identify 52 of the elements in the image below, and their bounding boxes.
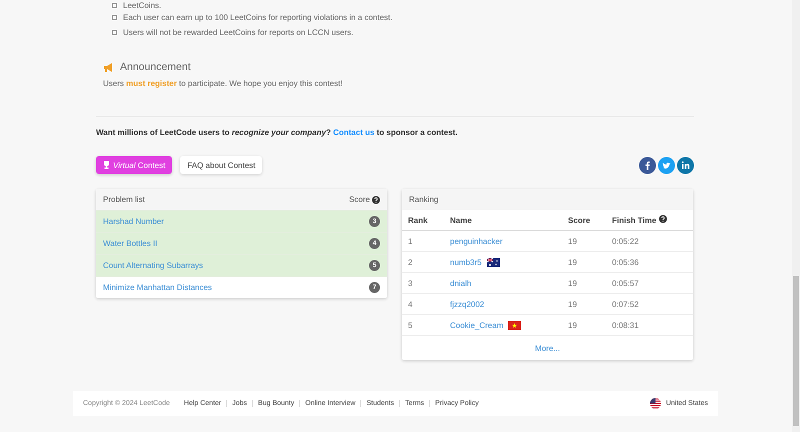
flag-icon: [508, 320, 522, 330]
panel-title: Problem list: [103, 195, 145, 204]
table-cell: 19: [562, 252, 606, 272]
table-cell: 1: [402, 230, 444, 252]
problem-link[interactable]: Count Alternating Subarrays: [103, 261, 204, 270]
help-icon[interactable]: [658, 215, 667, 223]
facebook-icon[interactable]: [639, 156, 656, 174]
flag-icon: [650, 398, 661, 409]
column-header: Rank: [402, 210, 444, 230]
contact-us-link[interactable]: Contact us: [333, 128, 374, 137]
more-link[interactable]: More...: [535, 344, 560, 353]
column-header: Score: [349, 195, 370, 204]
table-cell: 19: [562, 294, 606, 314]
problem-link[interactable]: Harshad Number: [103, 217, 164, 226]
megaphone-icon: [103, 62, 114, 72]
linkedin-icon[interactable]: [677, 156, 694, 174]
virtual-contest-button[interactable]: Virtual Contest: [96, 156, 172, 174]
user-link[interactable]: fjzzq2002: [450, 300, 484, 308]
table-cell: 5: [402, 314, 444, 335]
faq-button[interactable]: FAQ about Contest: [180, 156, 262, 174]
table-cell: 2: [402, 252, 444, 272]
rule-text: Each user can earn up to 100 LeetCoins for reporting violations in a contest.: [123, 13, 392, 22]
rule-text: Users will not be rewarded LeetCoins for reports on LCCN users.: [123, 28, 354, 37]
table-cell: 0:05:36: [606, 252, 693, 272]
column-header: Name: [444, 210, 562, 230]
user-link[interactable]: numb3r5: [450, 258, 500, 266]
table-cell: 19: [562, 230, 606, 252]
problem-link[interactable]: Water Bottles II: [103, 239, 158, 248]
table-cell: 0:07:52: [606, 294, 693, 314]
rule-text: LeetCoins.: [123, 0, 162, 10]
table-cell: 19: [562, 272, 606, 294]
table-cell: 19: [562, 314, 606, 335]
table-cell: 3: [402, 272, 444, 294]
user-link[interactable]: Cookie_Cream: [450, 320, 522, 330]
table-cell: 0:05:57: [606, 272, 693, 294]
announcement-text: Users must register to participate. We hope you enjoy this contest!: [103, 79, 344, 88]
table-cell: 4: [402, 294, 444, 314]
scrollbar-thumb[interactable]: [793, 276, 799, 426]
user-link[interactable]: dnialh: [450, 278, 472, 288]
column-header: Score: [562, 210, 606, 230]
problem-link[interactable]: Minimize Manhattan Distances: [103, 283, 212, 292]
twitter-icon[interactable]: [658, 156, 675, 174]
user-link[interactable]: penguinhacker: [450, 236, 502, 246]
table-cell: 0:08:31: [606, 314, 693, 335]
trophy-icon: [103, 161, 110, 169]
panel-title: Ranking: [409, 195, 438, 204]
flag-icon: [486, 258, 500, 266]
announcement-title: Announcement: [120, 61, 191, 73]
column-header: Finish Time: [612, 216, 656, 225]
table-cell: 0:05:22: [606, 230, 693, 252]
help-icon[interactable]: [372, 196, 380, 204]
sponsor-text: Want millions of LeetCode users to recognize your company? Contact us to sponsor a contest.: [96, 128, 459, 137]
